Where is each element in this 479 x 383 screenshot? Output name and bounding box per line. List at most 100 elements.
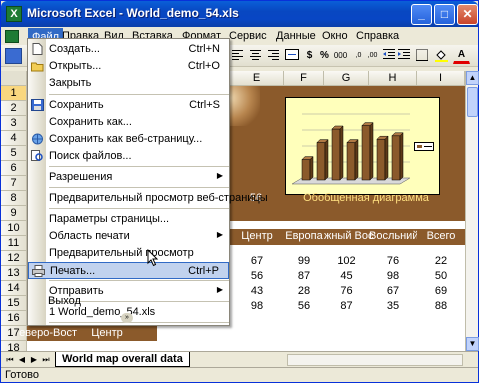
row-header[interactable]: 15 xyxy=(1,296,27,311)
scroll-up-icon[interactable]: ▲ xyxy=(466,71,479,85)
data-cell[interactable]: 45 xyxy=(324,269,369,284)
close-button[interactable]: ✕ xyxy=(457,4,478,25)
title-bar[interactable]: X Microsoft Excel - World_demo_54.xls _ … xyxy=(1,1,478,27)
thousands-separator-icon[interactable]: 000 xyxy=(332,48,349,64)
menu-item-open[interactable]: Открыть... Ctrl+O xyxy=(28,58,229,75)
menu-item-close[interactable]: Закрыть xyxy=(28,75,229,92)
select-all-corner[interactable] xyxy=(1,71,27,86)
data-cell[interactable]: 76 xyxy=(369,254,417,269)
data-cell[interactable]: 87 xyxy=(324,299,369,314)
row-header[interactable]: 8 xyxy=(1,191,27,206)
excel-app-icon[interactable]: X xyxy=(6,6,22,22)
data-cell[interactable]: 88 xyxy=(417,299,465,314)
merge-center-icon[interactable] xyxy=(283,48,300,64)
data-cell[interactable]: 102 xyxy=(324,254,369,269)
expand-menu-icon[interactable]: » xyxy=(121,313,133,323)
row-header[interactable]: 12 xyxy=(1,251,27,266)
data-cell[interactable]: 28 xyxy=(284,284,324,299)
menu-item-new[interactable]: Создать... Ctrl+N xyxy=(28,41,229,58)
menu-separator xyxy=(49,187,229,188)
menu-item-save-as[interactable]: Сохранить как... xyxy=(28,114,229,131)
scroll-thumb[interactable] xyxy=(467,87,478,117)
row-header[interactable]: 2 xyxy=(1,101,27,116)
menu-item-print[interactable]: Печать... Ctrl+P xyxy=(28,262,229,279)
menu-item-label: Сохранить как... xyxy=(49,116,132,128)
data-cell[interactable]: 67 xyxy=(230,254,284,269)
data-cell[interactable]: 56 xyxy=(284,299,324,314)
data-cell[interactable]: 87 xyxy=(284,269,324,284)
decrease-decimal-icon[interactable]: ,00 xyxy=(364,48,381,64)
document-icon[interactable] xyxy=(5,30,19,43)
sheet-tab-world-map[interactable]: World map overall data xyxy=(55,352,190,367)
save-toolbar-icon[interactable] xyxy=(5,48,22,64)
menu-item-label: Область печати xyxy=(49,230,130,242)
status-bar: Готово xyxy=(1,367,478,382)
summary-chart[interactable] xyxy=(285,97,440,195)
row-header[interactable]: 4 xyxy=(1,131,27,146)
indent-increase-icon[interactable] xyxy=(395,48,412,64)
minimize-button[interactable]: _ xyxy=(411,4,432,25)
column-header-h[interactable]: H xyxy=(369,71,417,86)
menu-item-permissions[interactable]: Разрешения ▶ xyxy=(28,169,229,186)
horizontal-scrollbar[interactable] xyxy=(287,354,463,366)
fill-color-icon[interactable] xyxy=(433,48,450,64)
menu-window[interactable]: Окно xyxy=(319,28,351,44)
data-cell[interactable]: 99 xyxy=(284,254,324,269)
row-header[interactable]: 14 xyxy=(1,281,27,296)
menu-item-print-preview[interactable]: Предварительный просмотр xyxy=(28,245,229,262)
menu-item-save[interactable]: Сохранить Ctrl+S xyxy=(28,97,229,114)
data-cell[interactable]: 22 xyxy=(417,254,465,269)
row-header[interactable]: 6 xyxy=(1,161,27,176)
menu-help[interactable]: Справка xyxy=(353,28,402,44)
menu-item-web-preview[interactable]: Предварительный просмотр веб-страницы xyxy=(28,190,268,207)
maximize-button[interactable]: □ xyxy=(434,4,455,25)
data-cell[interactable]: 56 xyxy=(230,269,284,284)
file-menu-dropdown: Создать... Ctrl+N Открыть... Ctrl+O Закр… xyxy=(27,38,268,326)
menu-item-save-as-web[interactable]: Сохранить как веб-страницу... xyxy=(28,131,229,148)
column-header-e[interactable]: E xyxy=(230,71,284,86)
menu-item-file-search[interactable]: Поиск файлов... xyxy=(28,148,229,165)
row-header[interactable]: 7 xyxy=(1,176,27,191)
data-cell[interactable]: 98 xyxy=(230,299,284,314)
row-header[interactable]: 16 xyxy=(1,311,27,326)
data-cell[interactable]: 50 xyxy=(417,269,465,284)
align-right-icon[interactable] xyxy=(265,48,282,64)
row-header[interactable]: 11 xyxy=(1,236,27,251)
prev-sheet-icon[interactable]: ◀ xyxy=(17,354,27,366)
vertical-scrollbar[interactable]: ▲ ▼ xyxy=(465,71,479,351)
menu-item-shortcut: Ctrl+S xyxy=(189,99,220,111)
row-header[interactable]: 3 xyxy=(1,116,27,131)
column-header-f[interactable]: F xyxy=(284,71,324,86)
first-sheet-icon[interactable]: ⏮ xyxy=(5,354,15,366)
align-center-icon[interactable] xyxy=(247,48,264,64)
last-sheet-icon[interactable]: ⏭ xyxy=(41,354,51,366)
mouse-cursor-icon xyxy=(147,249,159,267)
font-color-icon[interactable]: A xyxy=(453,48,470,64)
data-cell[interactable]: 35 xyxy=(369,299,417,314)
menu-item-label: Закрыть xyxy=(49,77,92,89)
scroll-down-icon[interactable]: ▼ xyxy=(466,337,479,351)
percent-icon[interactable]: % xyxy=(316,48,333,64)
menu-tools[interactable]: Сервис xyxy=(226,28,270,44)
row-header[interactable]: 10 xyxy=(1,221,27,236)
next-sheet-icon[interactable]: ▶ xyxy=(29,354,39,366)
menu-data[interactable]: Данные xyxy=(273,28,319,44)
menu-item-print-area[interactable]: Область печати ▶ xyxy=(28,228,229,245)
row-header[interactable]: 1 xyxy=(1,86,27,101)
row-header[interactable]: 5 xyxy=(1,146,27,161)
data-cell[interactable]: 98 xyxy=(369,269,417,284)
legend-line xyxy=(424,146,432,147)
data-cell[interactable]: 67 xyxy=(369,284,417,299)
borders-icon[interactable] xyxy=(413,48,430,64)
menu-item-label: Предварительный просмотр веб-страницы xyxy=(49,192,268,204)
data-cell[interactable]: 43 xyxy=(230,284,284,299)
column-header-i[interactable]: I xyxy=(417,71,465,86)
data-cell[interactable]: 69 xyxy=(417,284,465,299)
row-header[interactable]: 13 xyxy=(1,266,27,281)
menu-item-exit[interactable]: Выход xyxy=(27,293,228,310)
align-left-icon[interactable] xyxy=(229,48,246,64)
menu-item-page-setup[interactable]: Параметры страницы... xyxy=(28,211,229,228)
data-cell[interactable]: 76 xyxy=(324,284,369,299)
column-header-g[interactable]: G xyxy=(324,71,369,86)
row-header[interactable]: 9 xyxy=(1,206,27,221)
